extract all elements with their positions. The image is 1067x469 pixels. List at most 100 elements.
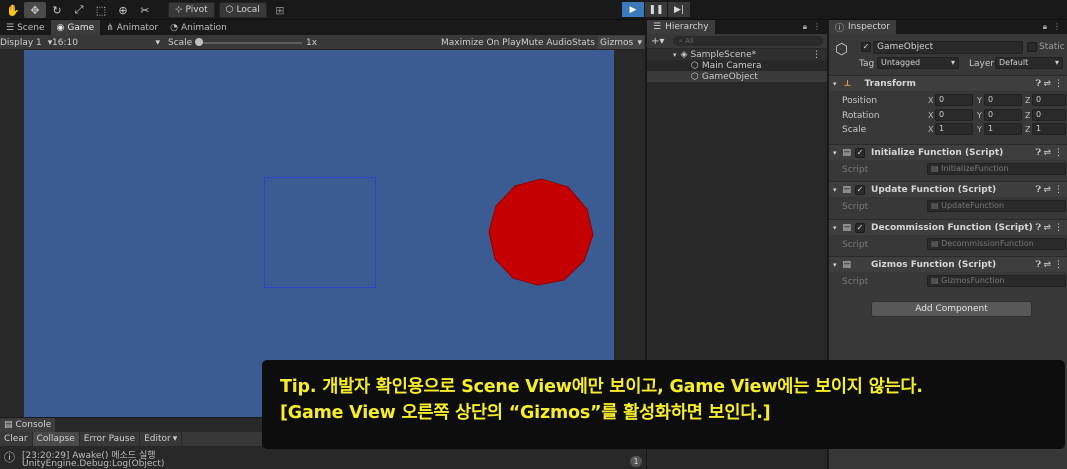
object-name-field[interactable]: GameObject xyxy=(873,41,1023,54)
scale-x-field[interactable]: 1 xyxy=(935,123,973,135)
more-menu-icon[interactable]: ⋮ xyxy=(1054,223,1063,233)
more-menu-icon[interactable]: ⋮ xyxy=(1054,148,1063,158)
presets-icon[interactable]: ⇌ xyxy=(1043,185,1051,195)
inspector-title: Inspector xyxy=(848,22,890,32)
add-component-button[interactable]: Add Component xyxy=(871,301,1032,317)
transform-tool-icon[interactable]: ⊕ xyxy=(112,2,134,18)
script-component-header[interactable]: ▾ ▤ ✓ Decommission Function (Script) ❓︎ … xyxy=(829,219,1067,235)
tab-animator[interactable]: ⋔ Animator xyxy=(100,20,164,35)
more-menu-icon[interactable]: ⋮ xyxy=(1054,260,1063,270)
rotation-x-field[interactable]: 0 xyxy=(935,109,973,121)
chevron-down-icon: ▾ xyxy=(673,50,677,59)
more-menu-icon[interactable]: ⋮ xyxy=(812,50,821,60)
enabled-checkbox[interactable]: ✓ xyxy=(855,184,866,195)
script-component-header[interactable]: ▾ ▤ ✓ Update Function (Script) ❓︎ ⇌ ⋮ xyxy=(829,181,1067,197)
rotation-z-field[interactable]: 0 xyxy=(1032,109,1066,121)
scale-slider-track[interactable] xyxy=(198,42,302,44)
scale-slider-handle[interactable] xyxy=(195,38,203,46)
hand-tool-icon[interactable]: ✋ xyxy=(2,2,24,18)
chevron-down-icon: ▾ xyxy=(833,148,837,157)
hierarchy-item[interactable]: ⬡ GameObject xyxy=(647,71,827,82)
presets-icon[interactable]: ⇌ xyxy=(1043,79,1051,89)
mute-audio-toggle[interactable]: Mute Audio xyxy=(521,36,572,49)
enabled-checkbox[interactable]: ✓ xyxy=(855,147,866,158)
position-y-field[interactable]: 0 xyxy=(984,94,1022,106)
presets-icon[interactable]: ⇌ xyxy=(1043,148,1051,158)
collapse-toggle[interactable]: Collapse xyxy=(32,432,80,446)
enabled-checkbox[interactable]: ✓ xyxy=(855,222,866,233)
rotate-tool-icon[interactable]: ↻ xyxy=(46,2,68,18)
local-button[interactable]: ⬡ Local xyxy=(218,2,267,18)
axis-x-label: X xyxy=(928,125,934,134)
hierarchy-search-input[interactable]: ⌕ All xyxy=(673,36,823,46)
play-button[interactable]: ▶ xyxy=(622,2,644,17)
tab-game[interactable]: ◉ Game xyxy=(50,20,101,35)
position-x-field[interactable]: 0 xyxy=(935,94,973,106)
help-icon[interactable]: ❓︎ xyxy=(1036,260,1041,270)
rotation-label: Rotation xyxy=(842,111,880,121)
chevron-down-icon: ▾ xyxy=(833,185,837,194)
more-menu-icon[interactable]: ⋮ xyxy=(1054,79,1063,89)
help-icon[interactable]: ❓︎ xyxy=(1036,185,1041,195)
script-icon: ▤ xyxy=(931,276,942,285)
lock-icon[interactable]: 🔒︎ xyxy=(1043,22,1047,32)
cube-icon: ⬡ xyxy=(835,40,849,58)
tab-hierarchy[interactable]: ☰ Hierarchy xyxy=(647,20,715,34)
scene-row[interactable]: ▾ ◈ SampleScene* ⋮ xyxy=(647,49,827,60)
editor-dropdown[interactable]: Editor ▾ xyxy=(140,432,183,446)
error-pause-toggle[interactable]: Error Pause xyxy=(80,432,141,446)
tutorial-caption: Tip. 개발자 확인용으로 Scene View에만 보이고, Game Vi… xyxy=(262,360,1065,449)
script-reference-field: ▤ GizmosFunction xyxy=(927,275,1066,287)
tab-animation[interactable]: ◔ Animation xyxy=(164,20,233,35)
editor-label: Editor xyxy=(144,434,171,444)
presets-icon[interactable]: ⇌ xyxy=(1043,260,1051,270)
rect-tool-icon[interactable]: ⬚ xyxy=(90,2,112,18)
scene-icon: ☰ xyxy=(6,22,15,33)
more-menu-icon[interactable]: ⋮ xyxy=(1054,185,1063,195)
position-label: Position xyxy=(842,96,878,106)
lock-icon[interactable]: 🔒︎ xyxy=(803,22,807,32)
tag-dropdown[interactable]: Untagged ▾ xyxy=(877,57,959,69)
maximize-on-play-toggle[interactable]: Maximize On Play xyxy=(441,36,521,49)
gizmos-button[interactable]: Gizmos ▾ xyxy=(598,36,644,49)
static-checkbox[interactable] xyxy=(1027,42,1037,52)
tab-console[interactable]: ▤ Console xyxy=(0,418,56,432)
hierarchy-item[interactable]: ⬡ Main Camera xyxy=(647,60,827,71)
scale-y-field[interactable]: 1 xyxy=(984,123,1022,135)
layer-dropdown[interactable]: Default ▾ xyxy=(995,57,1063,69)
more-menu-icon[interactable]: ⋮ xyxy=(1053,22,1061,31)
static-label: Static xyxy=(1039,42,1065,52)
script-icon: ▤ xyxy=(931,164,942,173)
scale-z-field[interactable]: 1 xyxy=(1032,123,1066,135)
log-entry-stacktrace[interactable]: UnityEngine.Debug:Log(Object) xyxy=(22,459,164,469)
tab-inspector[interactable]: ⓘ Inspector xyxy=(829,20,896,34)
help-icon[interactable]: ❓︎ xyxy=(1036,223,1041,233)
clear-button[interactable]: Clear xyxy=(0,432,33,446)
script-component-header[interactable]: ▾ ▤ ✓ Initialize Function (Script) ❓︎ ⇌ … xyxy=(829,144,1067,160)
grid-snap-icon[interactable]: ⊞ xyxy=(271,2,289,18)
add-icon[interactable]: +▾ xyxy=(651,36,664,47)
pivot-button[interactable]: ⊹ Pivot xyxy=(168,2,215,18)
aspect-dropdown[interactable]: 16:10 ▾ xyxy=(52,36,162,49)
help-icon[interactable]: ❓︎ xyxy=(1036,79,1041,89)
script-reference-field: ▤ DecommissionFunction xyxy=(927,238,1066,250)
more-menu-icon[interactable]: ⋮ xyxy=(813,22,821,31)
scale-tool-icon[interactable]: ⤢ xyxy=(68,2,90,18)
animation-icon: ◔ xyxy=(170,22,178,33)
active-checkbox[interactable]: ✓ xyxy=(861,42,871,52)
script-reference-field: ▤ UpdateFunction xyxy=(927,200,1066,212)
step-button[interactable]: ▶| xyxy=(668,2,690,17)
custom-tool-icon[interactable]: ✂ xyxy=(134,2,156,18)
layer-label: Layer xyxy=(969,59,995,69)
tab-scene[interactable]: ☰ Scene xyxy=(0,20,51,35)
help-icon[interactable]: ❓︎ xyxy=(1036,148,1041,158)
position-z-field[interactable]: 0 xyxy=(1032,94,1066,106)
display-dropdown[interactable]: Display 1 ▾ xyxy=(0,36,52,49)
presets-icon[interactable]: ⇌ xyxy=(1043,223,1051,233)
rotation-y-field[interactable]: 0 xyxy=(984,109,1022,121)
stats-toggle[interactable]: Stats xyxy=(572,36,595,49)
script-component-header[interactable]: ▾ ▤ Gizmos Function (Script) ❓︎ ⇌ ⋮ xyxy=(829,256,1067,272)
transform-header[interactable]: ▾ ⟂ Transform ❓︎ ⇌ ⋮ xyxy=(829,75,1067,91)
pause-button[interactable]: ❚❚ xyxy=(645,2,667,17)
move-tool-icon[interactable]: ✥ xyxy=(24,2,46,18)
